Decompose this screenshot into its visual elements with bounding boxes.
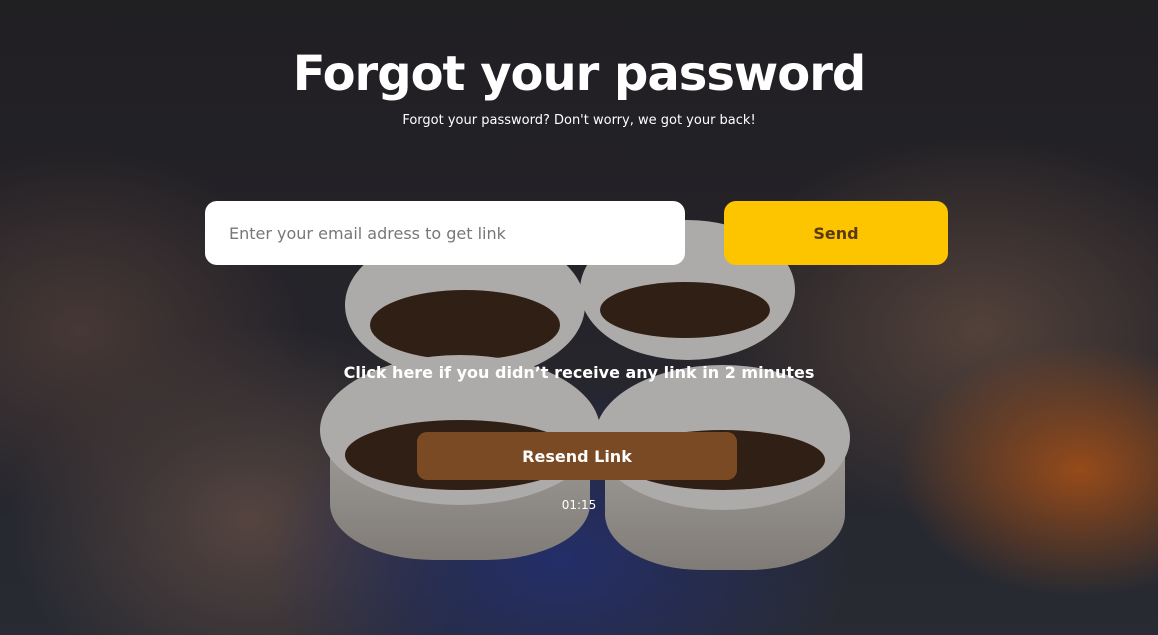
send-button[interactable]: Send (724, 201, 948, 265)
email-input[interactable] (205, 201, 685, 265)
resend-prompt-link[interactable]: Click here if you didn’t receive any lin… (0, 363, 1158, 382)
countdown-timer: 01:15 (561, 498, 597, 512)
page-title: Forgot your password (292, 46, 867, 102)
page-subtitle: Forgot your password? Don't worry, we go… (402, 113, 756, 128)
resend-link-button[interactable]: Resend Link (417, 432, 737, 480)
